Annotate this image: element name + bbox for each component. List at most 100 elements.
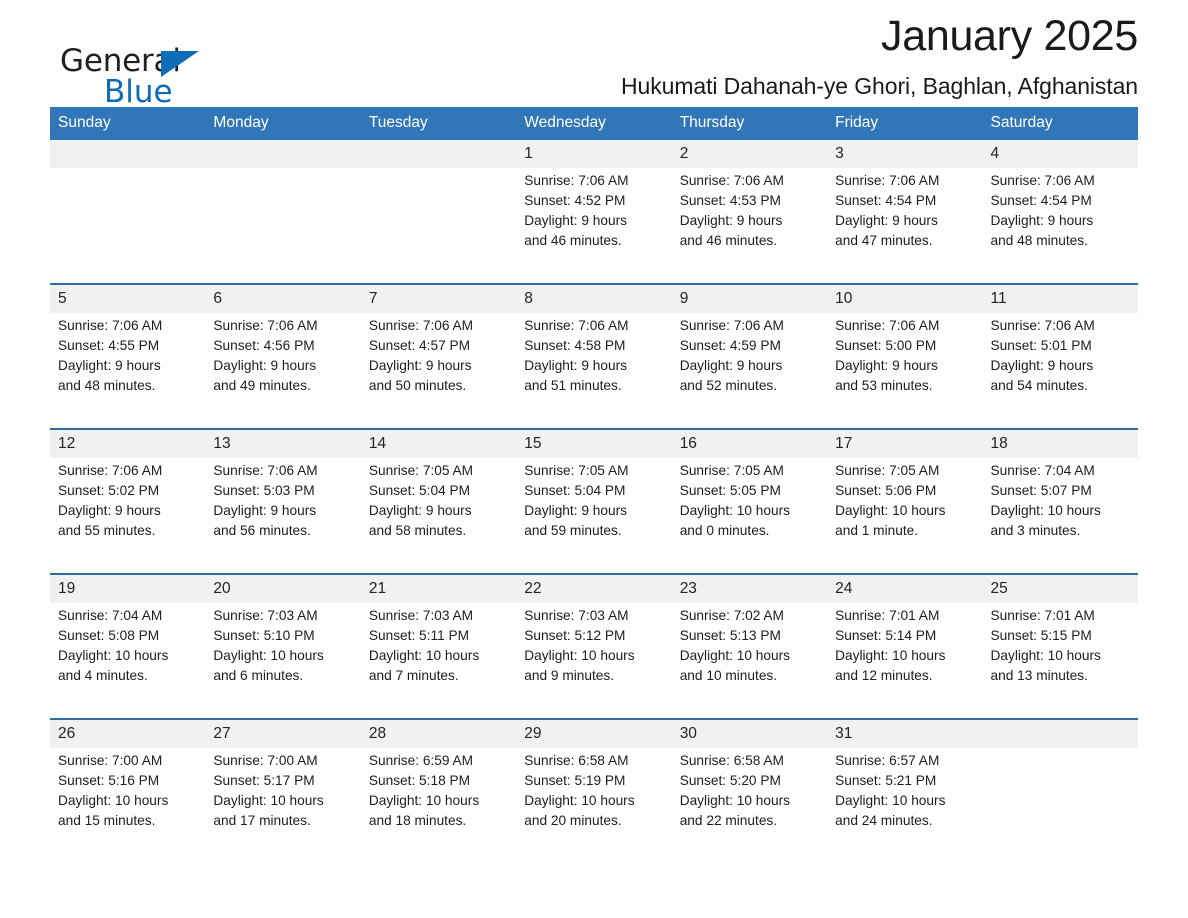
day-number[interactable]: 8 [516, 285, 672, 313]
day-info-daylight2: and 46 minutes. [679, 233, 778, 249]
day-info-daylight1: Daylight: 9 hours [213, 503, 317, 519]
day-number[interactable]: 29 [516, 720, 672, 748]
day-number[interactable]: 9 [671, 285, 828, 313]
day-number[interactable]: 11 [982, 285, 1138, 313]
day-info-sunrise: Sunrise: 7:03 AM [368, 608, 474, 623]
day-info-daylight1: Daylight: 9 hours [368, 358, 472, 374]
day-info-empty [982, 748, 1138, 853]
page-title: January 2025 [881, 12, 1138, 60]
day-info: Sunrise: 7:06 AM Sunset: 4:59 PM Daylight:… [671, 313, 828, 418]
day-number[interactable]: 5 [50, 285, 206, 313]
day-info-daylight2: and 52 minutes. [679, 378, 778, 394]
day-info: Sunrise: 7:05 AM Sunset: 5:04 PM Daylight:… [360, 458, 517, 563]
day-number[interactable]: 28 [360, 720, 517, 748]
day-info-daylight1: Daylight: 10 hours [835, 793, 946, 809]
day-number[interactable]: 18 [982, 430, 1138, 458]
day-info-daylight2: and 47 minutes. [835, 233, 933, 249]
day-info-sunset: Sunset: 5:16 PM [58, 773, 160, 789]
weekday-header-saturday: Saturday [982, 107, 1138, 140]
day-number[interactable]: 19 [50, 575, 206, 603]
day-number[interactable]: 3 [827, 140, 983, 168]
day-number[interactable]: 13 [205, 430, 361, 458]
day-number[interactable]: 22 [516, 575, 672, 603]
day-info-daylight1: Daylight: 10 hours [679, 503, 791, 519]
day-number[interactable]: 30 [671, 720, 828, 748]
day-info-daylight2: and 20 minutes. [524, 813, 622, 829]
week-spacer [50, 273, 1138, 283]
day-info: Sunrise: 7:06 AM Sunset: 4:53 PM Daylight:… [671, 168, 828, 273]
day-info-daylight1: Daylight: 10 hours [835, 503, 946, 519]
day-number[interactable]: 26 [50, 720, 206, 748]
day-info-daylight2: and 46 minutes. [524, 233, 622, 249]
day-info-sunset: Sunset: 5:11 PM [368, 628, 470, 644]
day-number[interactable]: 20 [205, 575, 361, 603]
weekday-header-tuesday: Tuesday [360, 107, 517, 140]
day-info-empty [50, 168, 206, 273]
day-info-sunset: Sunset: 5:17 PM [213, 773, 315, 789]
day-info-daylight1: Daylight: 9 hours [679, 213, 783, 229]
day-number[interactable]: 16 [671, 430, 828, 458]
day-info-daylight2: and 55 minutes. [58, 523, 156, 539]
day-number[interactable]: 21 [360, 575, 517, 603]
day-info-sunrise: Sunrise: 7:06 AM [990, 318, 1095, 333]
day-number[interactable]: 31 [827, 720, 983, 748]
logo-text-general: General [60, 46, 260, 80]
day-info-sunset: Sunset: 4:54 PM [990, 193, 1092, 209]
day-number[interactable]: 14 [360, 430, 517, 458]
day-info-daylight1: Daylight: 10 hours [679, 793, 791, 809]
day-info-daylight2: and 58 minutes. [368, 523, 467, 539]
day-number[interactable]: 12 [50, 430, 206, 458]
day-number[interactable]: 7 [360, 285, 517, 313]
day-info-daylight2: and 18 minutes. [368, 813, 467, 829]
day-info: Sunrise: 7:05 AM Sunset: 5:05 PM Daylight:… [671, 458, 828, 563]
day-info-daylight1: Daylight: 9 hours [368, 503, 472, 519]
day-info-sunrise: Sunrise: 7:02 AM [679, 608, 784, 623]
day-info-sunrise: Sunrise: 7:05 AM [368, 463, 474, 478]
day-info-sunrise: Sunrise: 7:00 AM [213, 753, 318, 768]
week-spacer [50, 563, 1138, 573]
day-number[interactable]: 4 [982, 140, 1138, 168]
day-number[interactable]: 27 [205, 720, 361, 748]
day-info-sunrise: Sunrise: 7:05 AM [835, 463, 940, 478]
day-info-sunset: Sunset: 5:15 PM [990, 628, 1092, 644]
day-info-daylight2: and 51 minutes. [524, 378, 622, 394]
day-info-sunset: Sunset: 5:02 PM [58, 483, 160, 499]
day-info-sunrise: Sunrise: 7:01 AM [990, 608, 1095, 623]
day-info: Sunrise: 7:03 AM Sunset: 5:10 PM Daylight:… [205, 603, 361, 708]
day-number[interactable]: 23 [671, 575, 828, 603]
day-info-daylight2: and 49 minutes. [213, 378, 311, 394]
day-number[interactable]: 24 [827, 575, 983, 603]
day-info-sunset: Sunset: 4:56 PM [213, 338, 315, 354]
day-info-daylight2: and 7 minutes. [368, 668, 459, 684]
day-info-daylight1: Daylight: 10 hours [679, 648, 791, 664]
day-info-daylight2: and 15 minutes. [58, 813, 156, 829]
day-number[interactable]: 6 [205, 285, 361, 313]
day-info-sunrise: Sunrise: 7:06 AM [213, 318, 318, 333]
day-info-daylight1: Daylight: 9 hours [990, 213, 1094, 229]
day-info: Sunrise: 7:06 AM Sunset: 4:54 PM Daylight:… [827, 168, 983, 273]
day-info: Sunrise: 7:03 AM Sunset: 5:12 PM Daylight:… [516, 603, 672, 708]
day-info-daylight1: Daylight: 9 hours [213, 358, 317, 374]
day-info: Sunrise: 7:06 AM Sunset: 5:00 PM Daylight:… [827, 313, 983, 418]
day-number[interactable]: 25 [982, 575, 1138, 603]
day-info-sunset: Sunset: 5:08 PM [58, 628, 160, 644]
day-info-daylight1: Daylight: 9 hours [524, 503, 627, 519]
day-info: Sunrise: 7:06 AM Sunset: 4:58 PM Daylight:… [516, 313, 672, 418]
day-info: Sunrise: 7:06 AM Sunset: 4:54 PM Daylight:… [982, 168, 1138, 273]
generalblue-logo[interactable]: General Blue [60, 46, 260, 116]
day-number[interactable]: 15 [516, 430, 672, 458]
day-number[interactable]: 1 [516, 140, 672, 168]
weekday-header-thursday: Thursday [671, 107, 828, 140]
day-info-sunrise: Sunrise: 7:04 AM [58, 608, 163, 623]
day-info-sunrise: Sunrise: 7:05 AM [679, 463, 784, 478]
day-info-sunrise: Sunrise: 7:06 AM [679, 173, 784, 188]
day-info-sunrise: Sunrise: 7:06 AM [213, 463, 318, 478]
day-number[interactable]: 2 [671, 140, 828, 168]
week-spacer-cell [50, 563, 1138, 573]
day-info-daylight2: and 6 minutes. [213, 668, 304, 684]
day-number[interactable]: 17 [827, 430, 983, 458]
day-info-daylight1: Daylight: 9 hours [58, 358, 161, 374]
day-info-sunrise: Sunrise: 7:06 AM [58, 463, 163, 478]
day-info-daylight2: and 59 minutes. [524, 523, 622, 539]
day-number[interactable]: 10 [827, 285, 983, 313]
